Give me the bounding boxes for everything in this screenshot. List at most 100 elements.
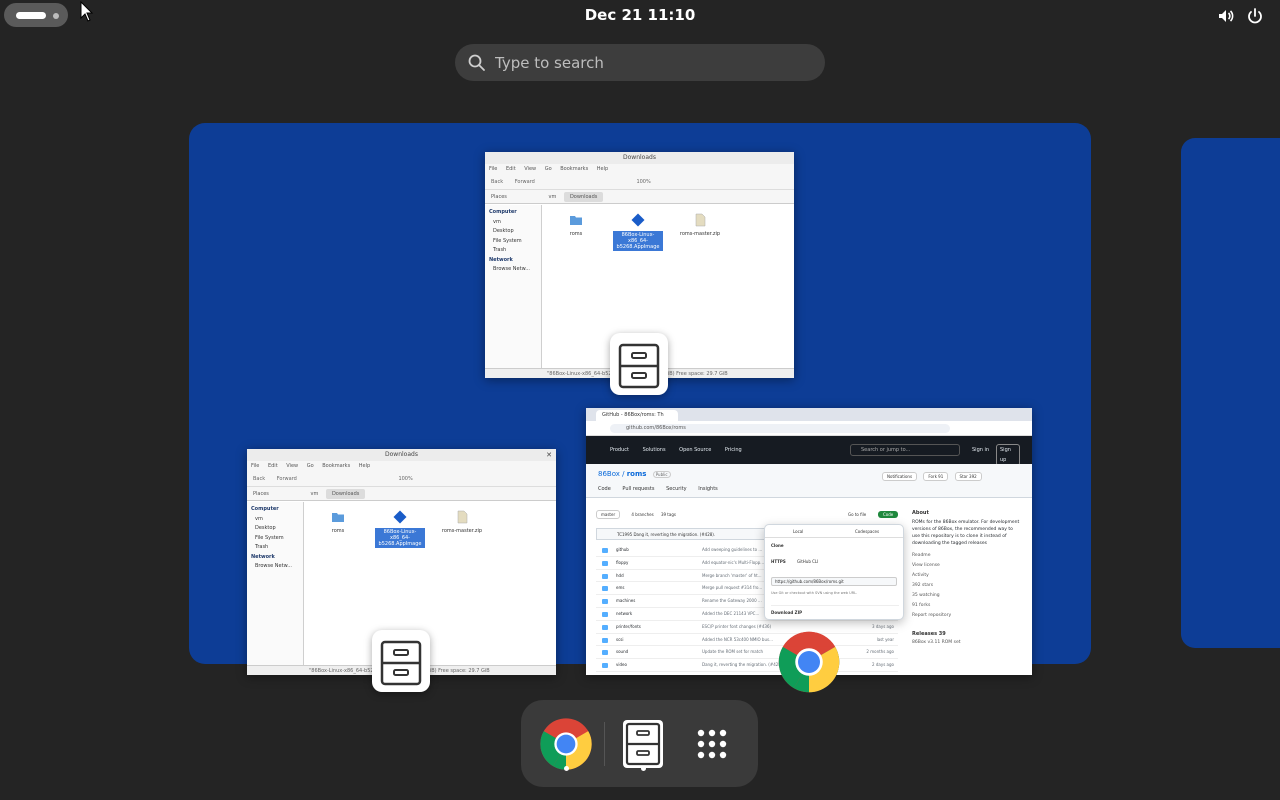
back-button[interactable]: Back [253, 476, 265, 482]
menu-item-help[interactable]: Help [597, 166, 608, 172]
sidebar-item-file-system[interactable]: File System [489, 237, 537, 247]
menu-item-edit[interactable]: Edit [268, 463, 278, 469]
table-row[interactable]: video Dang it, reverting the migration. (… [596, 659, 898, 672]
menu-item-file[interactable]: File [251, 463, 259, 469]
commit-message[interactable]: Dang it, reverting the migration. (#428) [702, 659, 782, 672]
file-name-link[interactable]: sound [616, 646, 628, 659]
commit-message[interactable]: Rename the Gateway 2000 ... [702, 595, 762, 608]
sign-up-button[interactable]: Sign up [996, 444, 1020, 466]
notifications-button[interactable]: Notifications [882, 472, 918, 481]
zoom-level[interactable]: 100% [398, 476, 412, 482]
tab-code[interactable]: Code [598, 486, 611, 492]
chrome-icon[interactable] [538, 716, 594, 772]
about-link-license[interactable]: View license [912, 561, 1022, 571]
table-row[interactable]: printer/fonts ESC/P printer font changes … [596, 621, 898, 634]
tab-https[interactable]: HTTPS [771, 559, 786, 564]
sidebar-item-trash[interactable]: Trash [489, 246, 537, 256]
commit-message[interactable]: Merge pull request #314 fro... [702, 582, 762, 595]
tab-local[interactable]: Local [793, 529, 803, 534]
url-field[interactable]: github.com/86Box/roms [610, 424, 950, 433]
about-link-watching[interactable]: 35 watching [912, 591, 1022, 601]
forward-button[interactable]: Forward [277, 476, 297, 482]
path-button-home[interactable]: vm [311, 491, 319, 497]
commit-message[interactable]: Add sweeping guidelines to ... [702, 544, 762, 557]
sidebar-item-browse-network[interactable]: Browse Netw... [489, 265, 537, 275]
menu-item-bookmarks[interactable]: Bookmarks [560, 166, 588, 172]
gh-nav-solutions[interactable]: Solutions [643, 447, 666, 453]
file-cabinet-icon[interactable] [615, 716, 671, 772]
path-button-home[interactable]: vm [549, 194, 557, 200]
menu-item-go[interactable]: Go [307, 463, 314, 469]
commit-message[interactable]: Merge branch 'master' of ht... [702, 570, 762, 583]
close-icon[interactable]: ✕ [546, 449, 552, 461]
file-name-link[interactable]: machines [616, 595, 635, 608]
about-link-report[interactable]: Report repository [912, 611, 1022, 621]
about-link-forks[interactable]: 91 forks [912, 601, 1022, 611]
branches-link[interactable]: 4 branches [631, 512, 653, 517]
show-apps-grid-icon[interactable] [684, 716, 740, 772]
gh-nav-product[interactable]: Product [610, 447, 629, 453]
file-item[interactable]: roms-master.zip [437, 510, 487, 534]
file-name-link[interactable]: hdd [616, 570, 624, 583]
path-button-current[interactable]: Downloads [563, 192, 604, 202]
sign-in-link[interactable]: Sign in [972, 436, 989, 464]
places-dropdown[interactable]: Places [491, 194, 507, 200]
sidebar-item-home[interactable]: vm [489, 218, 537, 228]
table-row[interactable]: sound Update the ROM set for match 2 month… [596, 646, 898, 660]
file-name-link[interactable]: network [616, 608, 632, 621]
gh-search-input[interactable]: Search or jump to... [850, 444, 960, 456]
commit-message[interactable]: Update the ROM set for match [702, 646, 763, 659]
sidebar-item-trash[interactable]: Trash [251, 543, 299, 553]
releases-heading[interactable]: Releases 39 [912, 631, 1022, 638]
forward-button[interactable]: Forward [515, 179, 535, 185]
file-item-selected[interactable]: 86Box-Linux-x86_64-b5268.AppImage [375, 510, 425, 548]
menu-item-view[interactable]: View [286, 463, 298, 469]
file-item[interactable]: roms [551, 213, 601, 237]
repo-owner-link[interactable]: 86Box [598, 470, 620, 478]
star-button[interactable]: Star 392 [954, 472, 982, 481]
workspace-thumbnail-next[interactable] [1181, 138, 1280, 648]
clock[interactable]: Dec 21 11:10 [540, 6, 740, 24]
sidebar-item-file-system[interactable]: File System [251, 534, 299, 544]
tab-codespaces[interactable]: Codespaces [855, 529, 879, 534]
go-to-file-button[interactable]: Go to file [848, 512, 866, 517]
file-name-link[interactable]: video [616, 659, 627, 672]
repo-name-link[interactable]: roms [627, 470, 647, 478]
file-name-link[interactable]: ems [616, 582, 624, 595]
tab-github-cli[interactable]: GitHub CLI [797, 559, 818, 564]
back-button[interactable]: Back [491, 179, 503, 185]
browser-tab[interactable]: GitHub - 86Box/roms: Th [596, 410, 678, 421]
tab-insights[interactable]: Insights [698, 486, 718, 492]
menu-item-view[interactable]: View [524, 166, 536, 172]
tab-security[interactable]: Security [666, 486, 687, 492]
power-icon[interactable] [1245, 6, 1265, 26]
tab-pull-requests[interactable]: Pull requests [622, 486, 654, 492]
fork-button[interactable]: Fork 91 [923, 472, 949, 481]
file-name-link[interactable]: scsi [616, 634, 623, 647]
code-button[interactable]: Code [878, 511, 899, 518]
commit-message[interactable]: ESC/P printer font changes (#436) [702, 621, 771, 634]
menu-item-help[interactable]: Help [359, 463, 370, 469]
latest-release[interactable]: 86Box v3.11 ROM set [912, 638, 1022, 648]
menu-item-edit[interactable]: Edit [506, 166, 516, 172]
about-link-stars[interactable]: 392 stars [912, 581, 1022, 591]
gh-nav-open-source[interactable]: Open Source [679, 447, 711, 453]
menu-item-file[interactable]: File [489, 166, 497, 172]
zoom-level[interactable]: 100% [636, 179, 650, 185]
volume-icon[interactable] [1216, 6, 1236, 26]
gh-nav-pricing[interactable]: Pricing [725, 447, 742, 453]
search-input[interactable] [495, 44, 805, 81]
menu-item-go[interactable]: Go [545, 166, 552, 172]
download-zip-button[interactable]: Download ZIP [771, 605, 899, 615]
about-link-readme[interactable]: Readme [912, 551, 1022, 561]
search-bar[interactable] [455, 44, 825, 81]
activities-button[interactable] [4, 3, 68, 27]
file-name-link[interactable]: printer/fonts [616, 621, 641, 634]
file-item-selected[interactable]: 86Box-Linux-x86_64-b5268.AppImage [613, 213, 663, 251]
sidebar-item-browse-network[interactable]: Browse Netw... [251, 562, 299, 572]
file-item[interactable]: roms-master.zip [675, 213, 725, 237]
commit-message[interactable]: Added the DEC 21143 VPC... [702, 608, 759, 621]
file-name-link[interactable]: floppy [616, 557, 628, 570]
commit-message[interactable]: Add equator-nic's Multi-Flopp... [702, 557, 764, 570]
file-name-link[interactable]: github [616, 544, 629, 557]
